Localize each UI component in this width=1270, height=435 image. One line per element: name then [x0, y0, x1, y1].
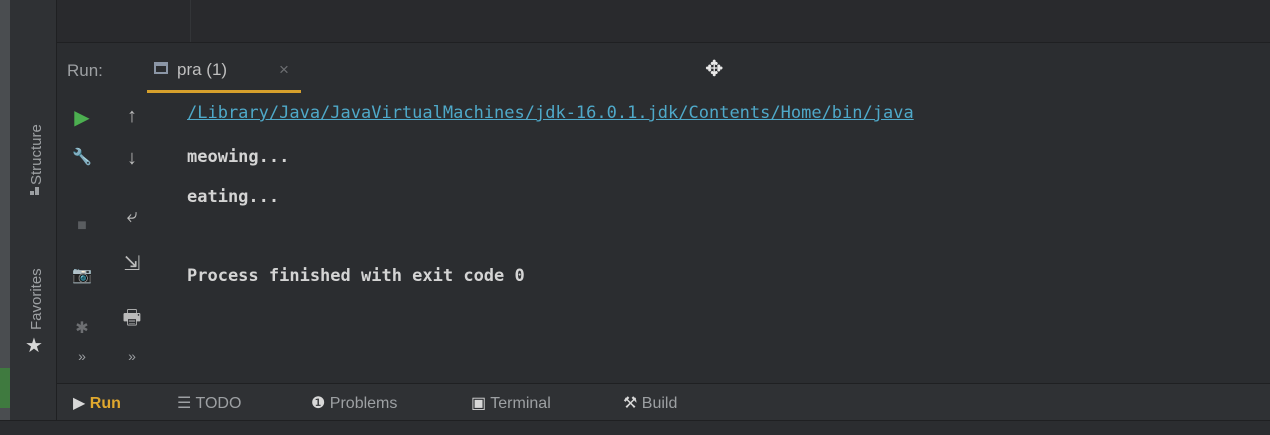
structure-icon [30, 187, 40, 195]
more-right-icon[interactable]: » [117, 348, 147, 364]
run-tab-label: Run [89, 395, 121, 412]
debug-icon[interactable]: ✱ [67, 318, 97, 338]
run-icon: ▶ [73, 395, 86, 412]
rerun-icon[interactable]: ▶ [67, 105, 97, 130]
exit-message: Process finished with exit code 0 [187, 266, 525, 286]
structure-label: Structure [28, 124, 45, 185]
terminal-tab-label: Terminal [490, 395, 551, 412]
tool-window-bar: ▶ Run ☰ TODO ❶ Problems ▣ Terminal ⚒ Bui… [57, 383, 1270, 421]
editor-area [57, 0, 1270, 43]
structure-tool-button[interactable]: Structure [28, 124, 45, 185]
todo-tab[interactable]: ☰ TODO [177, 393, 241, 413]
soft-wrap-icon[interactable]: ⤶ [117, 205, 147, 228]
run-toolbar: ▶ ↑ 🔧 ↓ ■ ⤶ 📷 ⇲ ✱ 🖶 » » [57, 93, 177, 383]
star-icon: ★ [25, 335, 43, 357]
run-label: Run: [67, 61, 103, 80]
todo-tab-label: TODO [195, 395, 242, 412]
move-cursor-icon: ✥ [705, 56, 724, 81]
build-tab-label: Build [641, 395, 678, 412]
console-window-icon [154, 62, 168, 74]
java-path-link[interactable]: /Library/Java/JavaVirtualMachines/jdk-16… [187, 103, 914, 123]
up-arrow-icon[interactable]: ↑ [117, 105, 147, 128]
more-left-icon[interactable]: » [67, 348, 97, 364]
window-left-edge [0, 0, 10, 434]
scroll-to-end-icon[interactable]: ⇲ [117, 251, 147, 276]
print-icon[interactable]: 🖶 [117, 303, 147, 337]
problems-icon: ❶ [311, 395, 326, 412]
problems-tab-label: Problems [329, 395, 398, 412]
status-bar [0, 420, 1270, 435]
camera-icon[interactable]: 📷 [67, 265, 97, 285]
terminal-tab[interactable]: ▣ Terminal [471, 393, 551, 413]
problems-tab[interactable]: ❶ Problems [311, 393, 397, 413]
hammer-icon: ⚒ [623, 395, 638, 412]
run-tab[interactable]: ▶ Run [73, 393, 121, 413]
stop-icon[interactable]: ■ [67, 217, 97, 235]
close-icon[interactable]: × [279, 60, 289, 80]
left-tool-strip: Structure Favorites ★ [10, 0, 57, 420]
output-line: eating... [187, 187, 280, 207]
down-arrow-icon[interactable]: ↓ [117, 147, 147, 170]
output-line: meowing... [187, 147, 290, 167]
favorites-tool-button[interactable]: Favorites [28, 268, 45, 330]
favorites-label: Favorites [28, 268, 45, 330]
terminal-icon: ▣ [471, 395, 487, 412]
list-icon: ☰ [177, 395, 192, 412]
tab-label: pra (1) [177, 60, 228, 79]
tab-pra-1[interactable]: pra (1) × [147, 43, 301, 93]
status-indicator [0, 368, 10, 408]
build-tab[interactable]: ⚒ Build [623, 393, 677, 413]
run-tool-header: Run: pra (1) × ✥ [57, 43, 1270, 93]
editor-divider [190, 0, 191, 42]
wrench-icon[interactable]: 🔧 [67, 147, 97, 167]
